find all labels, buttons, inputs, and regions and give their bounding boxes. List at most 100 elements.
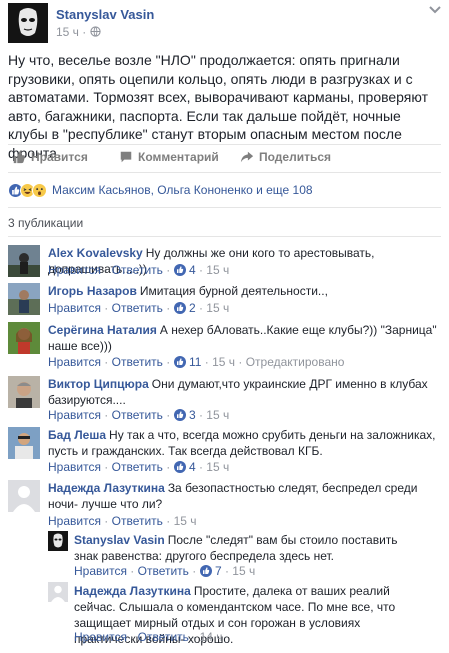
facebook-post: Stanyslav Vasin 15 ч · Ну что, веселье в… (0, 0, 449, 653)
like-count-icon (173, 356, 186, 368)
comment-like-count[interactable]: 4 (189, 263, 196, 277)
reply-like-link[interactable]: Нравится (74, 564, 127, 578)
reply-like-link[interactable]: Нравится (74, 630, 127, 644)
comment-reply-link[interactable]: Ответить (112, 263, 163, 277)
like-count-icon (173, 461, 186, 473)
comment-time[interactable]: 15 ч (206, 408, 229, 422)
comment-body: Серёгина Наталия А нехер бАловать..Какие … (48, 322, 438, 354)
reply-time[interactable]: 14 ч (200, 630, 223, 644)
commenter-name[interactable]: Серёгина Наталия (48, 323, 157, 337)
thumbs-up-icon (13, 150, 25, 164)
commenter-avatar[interactable] (8, 283, 40, 315)
comment: Виктор Ципцюра Они думают,что украинские … (8, 376, 441, 422)
comment-reply-link[interactable]: Ответить (112, 460, 163, 474)
comment-reply-link[interactable]: Ответить (112, 514, 163, 528)
post-header: Stanyslav Vasin 15 ч · (8, 3, 441, 43)
comment-like-count[interactable]: 11 (189, 355, 201, 369)
divider (8, 144, 441, 145)
post-actions: Нравится Комментарий Поделиться (8, 148, 441, 172)
commenter-name[interactable]: Виктор Ципцюра (48, 377, 149, 391)
comment-like-link[interactable]: Нравится (48, 301, 101, 315)
commenter-name[interactable]: Бад Леша (48, 428, 106, 442)
comment-time[interactable]: 15 ч (174, 514, 197, 528)
reply: Stanyslav Vasin После "следят" вам бы сто… (48, 531, 441, 578)
reply-reply-link[interactable]: Ответить (138, 564, 189, 578)
reply-actions: Нравится · Ответить · 14 ч (74, 630, 223, 644)
replier-name[interactable]: Stanyslav Vasin (74, 533, 165, 547)
comment: Бад Леша Ну так а что, всегда можно сруби… (8, 427, 441, 474)
comment: Игорь Назаров Имитация бурной деятельност… (8, 283, 441, 315)
reply-reply-link[interactable]: Ответить (138, 630, 189, 644)
share-icon (240, 151, 254, 163)
comment-button[interactable]: Комментарий (119, 150, 219, 164)
comment-actions: Нравится · Ответить · 2 · 15 ч (48, 301, 230, 315)
comment-time[interactable]: 15 ч (206, 263, 229, 277)
comment-like-link[interactable]: Нравится (48, 355, 101, 369)
comment-like-link[interactable]: Нравится (48, 263, 101, 277)
post-text: Ну что, веселье возле "НЛО" продолжается… (8, 52, 428, 161)
commenter-avatar[interactable] (8, 245, 40, 277)
replier-avatar[interactable] (48, 531, 68, 551)
comment-like-count[interactable]: 3 (189, 408, 196, 422)
post-time[interactable]: 15 ч (56, 25, 79, 39)
reply-body: Stanyslav Vasin После "следят" вам бы сто… (74, 532, 414, 564)
like-button[interactable]: Нравится (12, 150, 88, 164)
publications-count[interactable]: 3 публикации (8, 216, 83, 230)
reply-actions: Нравится · Ответить · 7 · 15 ч (74, 564, 256, 578)
reply-time[interactable]: 15 ч (232, 564, 255, 578)
like-count-icon (173, 409, 186, 421)
divider (8, 172, 441, 173)
comment: Надежда Лазуткина За безопастностью следя… (8, 480, 441, 528)
comment-actions: Нравится · Ответить · 15 ч (48, 514, 197, 528)
comment-like-count[interactable]: 4 (189, 460, 196, 474)
comment-icon (120, 151, 132, 163)
comment-body: Виктор Ципцюра Они думают,что украинские … (48, 376, 438, 408)
replier-avatar[interactable] (48, 582, 68, 602)
chevron-down-icon[interactable] (429, 5, 441, 15)
comment-body: Игорь Назаров Имитация бурной деятельност… (48, 283, 441, 299)
comment-time[interactable]: 15 ч (206, 460, 229, 474)
divider (8, 236, 441, 237)
comment-body: Бад Леша Ну так а что, всегда можно сруби… (48, 427, 438, 459)
commenter-name[interactable]: Alex Kovalevsky (48, 246, 143, 260)
comment-like-link[interactable]: Нравится (48, 408, 101, 422)
globe-icon (89, 26, 101, 37)
commenter-avatar[interactable] (8, 427, 40, 459)
like-count-icon (173, 264, 186, 276)
comment-label: Комментарий (138, 150, 219, 164)
like-count-icon (173, 302, 186, 314)
reactors-text[interactable]: Максим Касьянов, Ольга Кононенко и еще 1… (52, 183, 313, 197)
wow-reaction-icon (32, 182, 47, 198)
commenter-avatar[interactable] (8, 322, 40, 354)
reactions-bar[interactable]: Максим Касьянов, Ольга Кононенко и еще 1… (8, 182, 313, 198)
comment-time[interactable]: 15 ч (206, 301, 229, 315)
comment-actions: Нравится · Ответить · 4 · 15 ч (48, 460, 230, 474)
commenter-name[interactable]: Надежда Лазуткина (48, 481, 165, 495)
author-avatar[interactable] (8, 3, 48, 43)
reply-like-count[interactable]: 7 (215, 564, 222, 578)
comment-like-link[interactable]: Нравится (48, 460, 101, 474)
replier-name[interactable]: Надежда Лазуткина (74, 584, 191, 598)
comment-time[interactable]: 15 ч (212, 355, 235, 369)
comment-like-link[interactable]: Нравится (48, 514, 101, 528)
comment-reply-link[interactable]: Ответить (112, 301, 163, 315)
comment-actions: Нравится · Ответить · 11 · 15 ч · Отреда… (48, 355, 345, 369)
comment-actions: Нравится · Ответить · 3 · 15 ч (48, 408, 230, 422)
comment-text: Ну так а что, всегда можно срубить деньг… (48, 428, 436, 458)
share-button[interactable]: Поделиться (240, 150, 331, 164)
comment: Alex Kovalevsky Ну должны же они кого то … (8, 245, 441, 277)
comment-text: Имитация бурной деятельности.., (139, 284, 328, 298)
comment-body: Надежда Лазуткина За безопастностью следя… (48, 480, 428, 512)
post-meta: 15 ч · (56, 25, 101, 39)
commenter-avatar[interactable] (8, 376, 40, 408)
commenter-name[interactable]: Игорь Назаров (48, 284, 137, 298)
author-name[interactable]: Stanyslav Vasin (56, 7, 154, 22)
edited-label[interactable]: Отредактировано (246, 355, 345, 369)
comment-like-count[interactable]: 2 (189, 301, 196, 315)
comment-actions: Нравится · Ответить · 4 · 15 ч (48, 263, 230, 277)
comment-reply-link[interactable]: Ответить (112, 355, 163, 369)
commenter-avatar[interactable] (8, 480, 40, 512)
like-label: Нравится (31, 150, 88, 164)
comment-reply-link[interactable]: Ответить (112, 408, 163, 422)
share-label: Поделиться (259, 150, 332, 164)
